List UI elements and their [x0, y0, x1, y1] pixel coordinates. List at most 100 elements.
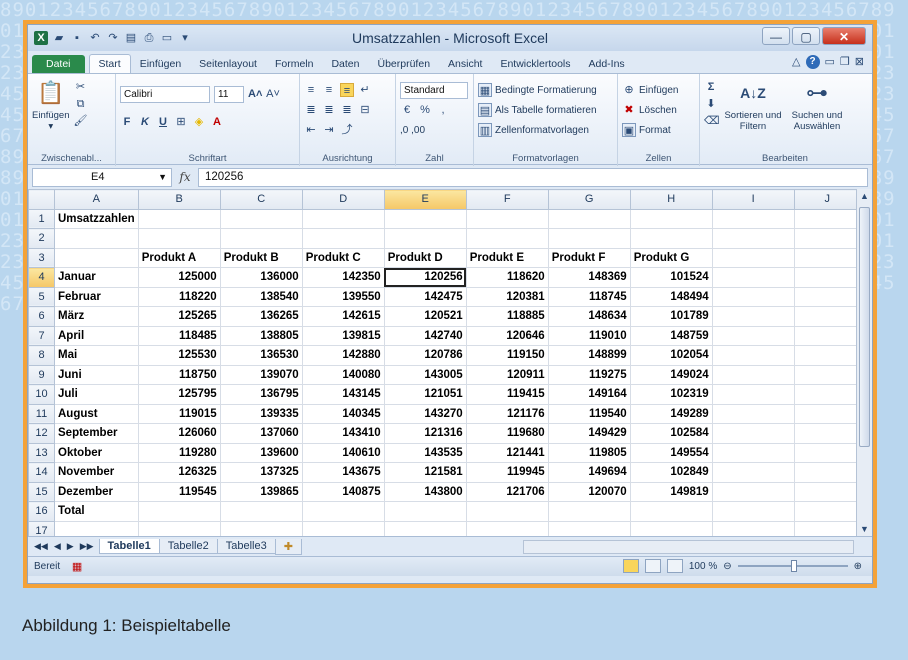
zoom-slider[interactable] [737, 560, 848, 572]
insert-function-icon[interactable]: fx [176, 170, 194, 184]
tab-developer[interactable]: Entwicklertools [491, 55, 579, 73]
italic-button[interactable]: K [138, 115, 152, 129]
collapse-ribbon-icon[interactable]: △ [792, 55, 800, 69]
cell[interactable] [711, 423, 795, 444]
undo-icon[interactable]: ↶ [88, 31, 102, 45]
tab-formulas[interactable]: Formeln [266, 55, 323, 73]
cell[interactable]: 136000 [219, 267, 303, 288]
find-select-button[interactable]: ⊶ Suchen und Auswählen [788, 78, 846, 132]
cell[interactable]: 120070 [547, 481, 631, 502]
cell[interactable]: 119280 [137, 442, 221, 463]
cell[interactable]: 118220 [137, 286, 221, 307]
cell[interactable]: Produkt A [137, 247, 221, 268]
increase-indent-icon[interactable]: ⇥ [322, 123, 336, 137]
zoom-knob[interactable] [790, 560, 797, 572]
cell[interactable] [301, 228, 385, 249]
cell[interactable]: 120521 [383, 306, 467, 327]
column-header[interactable]: C [219, 189, 303, 210]
print-preview-icon[interactable]: ▤ [124, 31, 138, 45]
cell[interactable]: Produkt D [383, 247, 467, 268]
cell[interactable]: 143270 [383, 403, 467, 424]
cell[interactable] [793, 267, 861, 288]
new-sheet-icon[interactable]: ✚ [274, 538, 302, 555]
number-format-dropdown[interactable]: Standard [400, 81, 468, 99]
cell[interactable]: 142475 [383, 286, 467, 307]
row-header[interactable]: 6 [28, 306, 55, 327]
cell[interactable] [547, 228, 631, 249]
tab-review[interactable]: Überprüfen [369, 55, 440, 73]
align-left-icon[interactable]: ≣ [304, 103, 318, 117]
delete-cells-button[interactable]: ✖ Löschen [622, 103, 676, 117]
page-break-view-button[interactable] [666, 559, 683, 573]
currency-icon[interactable]: € [400, 103, 414, 117]
cell[interactable]: November [54, 462, 139, 483]
cell[interactable] [137, 228, 221, 249]
align-middle-icon[interactable]: ≡ [322, 83, 336, 97]
cell[interactable] [711, 442, 795, 463]
cell[interactable]: 119680 [465, 423, 549, 444]
cell[interactable] [383, 208, 467, 229]
cell[interactable]: 102849 [629, 462, 713, 483]
horizontal-scrollbar[interactable] [523, 540, 854, 554]
decrease-indent-icon[interactable]: ⇤ [304, 123, 318, 137]
first-sheet-icon[interactable]: ◀◀ [34, 541, 48, 552]
cell[interactable] [465, 208, 549, 229]
cell[interactable]: Produkt G [629, 247, 713, 268]
prev-sheet-icon[interactable]: ◀ [54, 541, 61, 552]
tab-view[interactable]: Ansicht [439, 55, 491, 73]
font-name-dropdown[interactable]: Calibri [120, 85, 210, 103]
insert-cells-button[interactable]: ⊕ Einfügen [622, 83, 678, 97]
normal-view-button[interactable] [622, 559, 639, 573]
cut-icon[interactable]: ✂ [74, 80, 88, 94]
cell[interactable] [301, 208, 385, 229]
column-header[interactable]: D [301, 189, 385, 210]
bold-button[interactable]: F [120, 115, 134, 129]
cell[interactable] [219, 228, 303, 249]
select-all-corner[interactable] [28, 189, 55, 210]
help-icon[interactable]: ? [805, 55, 820, 69]
conditional-formatting-button[interactable]: ▦ Bedingte Formatierung [478, 83, 597, 97]
cell[interactable] [54, 228, 139, 249]
cell[interactable] [547, 501, 631, 522]
cell[interactable]: 126325 [137, 462, 221, 483]
row-header[interactable]: 10 [28, 384, 55, 405]
column-header[interactable]: B [137, 189, 221, 210]
cell[interactable]: 119540 [547, 403, 631, 424]
cell[interactable]: Total [54, 501, 139, 522]
cell[interactable] [383, 228, 467, 249]
cell[interactable] [465, 228, 549, 249]
cell[interactable] [547, 208, 631, 229]
cell[interactable] [793, 423, 861, 444]
cell[interactable]: 139070 [219, 364, 303, 385]
cell[interactable] [465, 501, 549, 522]
row-header[interactable]: 1 [28, 208, 55, 229]
doc-close-icon[interactable]: ⊠ [855, 55, 864, 69]
cell[interactable] [629, 501, 713, 522]
row-header[interactable]: 9 [28, 364, 55, 385]
row-header[interactable]: 7 [28, 325, 55, 346]
cell[interactable] [219, 208, 303, 229]
cell[interactable]: 139865 [219, 481, 303, 502]
cell[interactable]: 149694 [547, 462, 631, 483]
zoom-level[interactable]: 100 % [689, 561, 717, 572]
cell[interactable]: 142740 [383, 325, 467, 346]
font-size-dropdown[interactable]: 11 [214, 85, 244, 103]
cell[interactable]: 121176 [465, 403, 549, 424]
cell[interactable]: 139335 [219, 403, 303, 424]
cell[interactable] [711, 228, 795, 249]
cell[interactable]: Produkt F [547, 247, 631, 268]
cell[interactable]: 137060 [219, 423, 303, 444]
cell[interactable] [793, 208, 861, 229]
name-box[interactable]: E4 ▼ [32, 167, 172, 187]
sheet-tab-tabelle3[interactable]: Tabelle3 [216, 539, 276, 554]
cell[interactable] [137, 501, 221, 522]
cell[interactable]: 140080 [301, 364, 385, 385]
cell[interactable]: 143145 [301, 384, 385, 405]
sheet-tab-tabelle1[interactable]: Tabelle1 [98, 539, 160, 554]
copy-icon[interactable]: ⧉ [74, 97, 88, 111]
cell[interactable]: September [54, 423, 139, 444]
formula-input[interactable]: 120256 [198, 167, 868, 187]
align-center-icon[interactable]: ≣ [322, 103, 336, 117]
cell[interactable] [711, 403, 795, 424]
row-header[interactable]: 15 [28, 481, 55, 502]
